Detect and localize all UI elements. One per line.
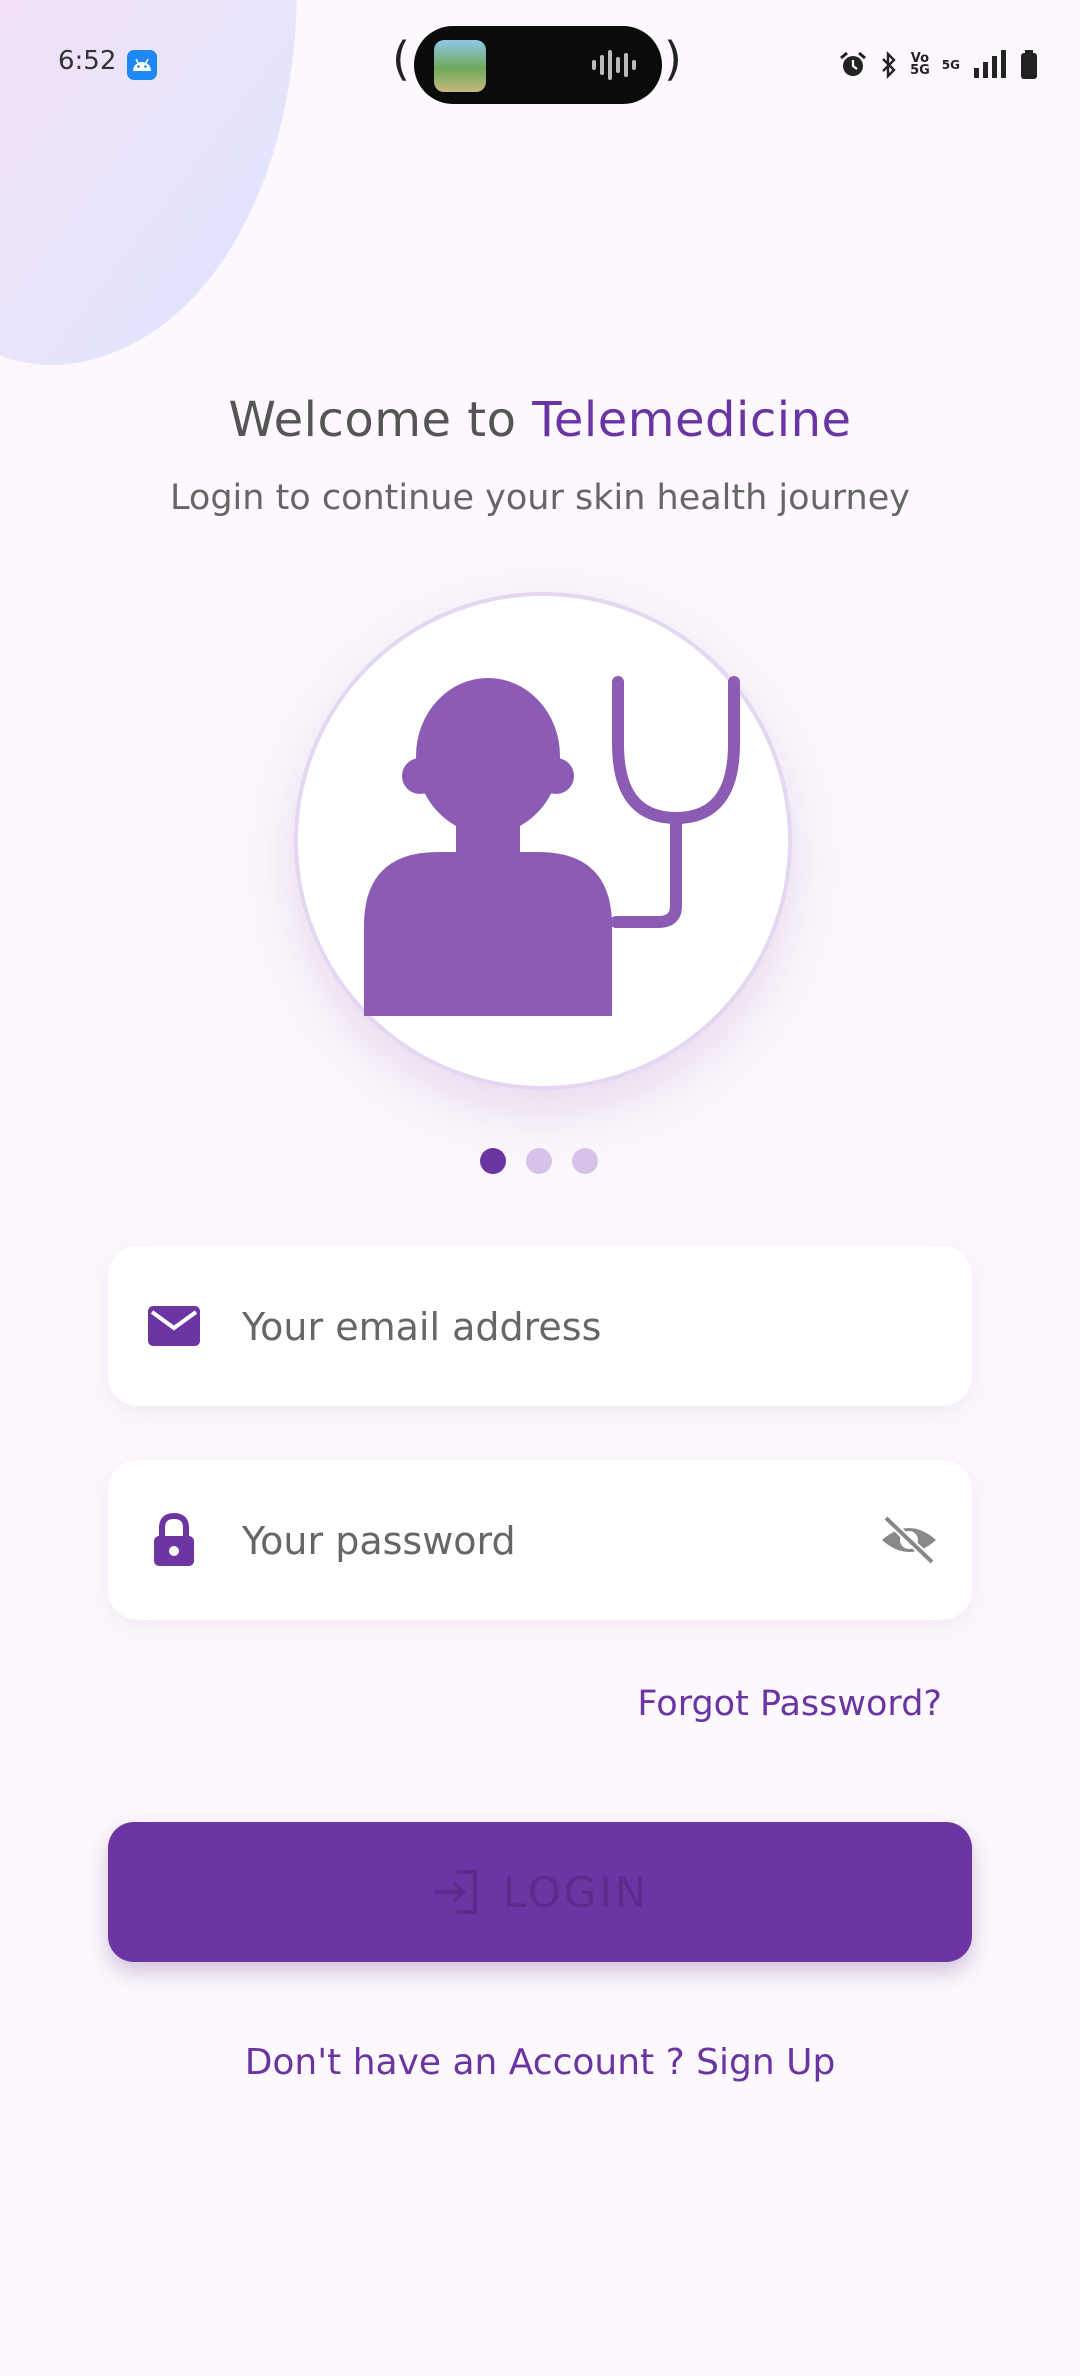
media-thumbnail (434, 40, 486, 92)
dynamic-island[interactable]: ( ) (392, 26, 686, 104)
audio-wave-icon (592, 50, 636, 80)
brand-name: Telemedicine (532, 392, 852, 448)
volte-5g-label: Vo 5G (910, 51, 930, 78)
visibility-off-icon[interactable] (878, 1512, 940, 1568)
welcome-prefix: Welcome to (228, 392, 533, 448)
status-bar: 6:52 ( ) Vo 5G 5G (0, 0, 1080, 130)
password-input[interactable] (240, 1500, 804, 1582)
island-right-bracket: ) (664, 32, 682, 86)
signup-link[interactable]: Don't have an Account ? Sign Up (245, 2042, 836, 2083)
forgot-password-link[interactable]: Forgot Password? (637, 1684, 942, 1724)
login-button[interactable]: LOGIN (108, 1822, 972, 1962)
carousel-indicator (480, 1148, 598, 1174)
android-icon (127, 50, 157, 80)
welcome-title: Welcome to Telemedicine (0, 392, 1080, 448)
signup-prompt: Don't have an Account ? Sign Up (0, 2042, 1080, 2083)
login-icon (434, 1870, 477, 1914)
password-field[interactable] (108, 1460, 972, 1620)
subtitle: Login to continue your skin health journ… (170, 478, 910, 518)
doctor-stethoscope-icon (364, 676, 740, 1016)
mail-icon (148, 1306, 200, 1346)
hero-illustration[interactable] (294, 592, 792, 1090)
battery-icon (1021, 50, 1037, 79)
carousel-dot-2[interactable] (526, 1148, 552, 1174)
email-input[interactable] (240, 1286, 804, 1368)
alarm-icon (840, 51, 867, 76)
carousel-dot-1[interactable] (480, 1148, 506, 1174)
island-left-bracket: ( (392, 32, 410, 86)
signal-strength-icon (974, 50, 1006, 78)
email-field[interactable] (108, 1246, 972, 1406)
bluetooth-icon (882, 51, 896, 79)
lock-icon (154, 1512, 194, 1566)
network-type-label: 5G (941, 58, 960, 72)
login-label: LOGIN (502, 1867, 650, 1917)
status-time: 6:52 (58, 46, 117, 76)
carousel-dot-3[interactable] (572, 1148, 598, 1174)
